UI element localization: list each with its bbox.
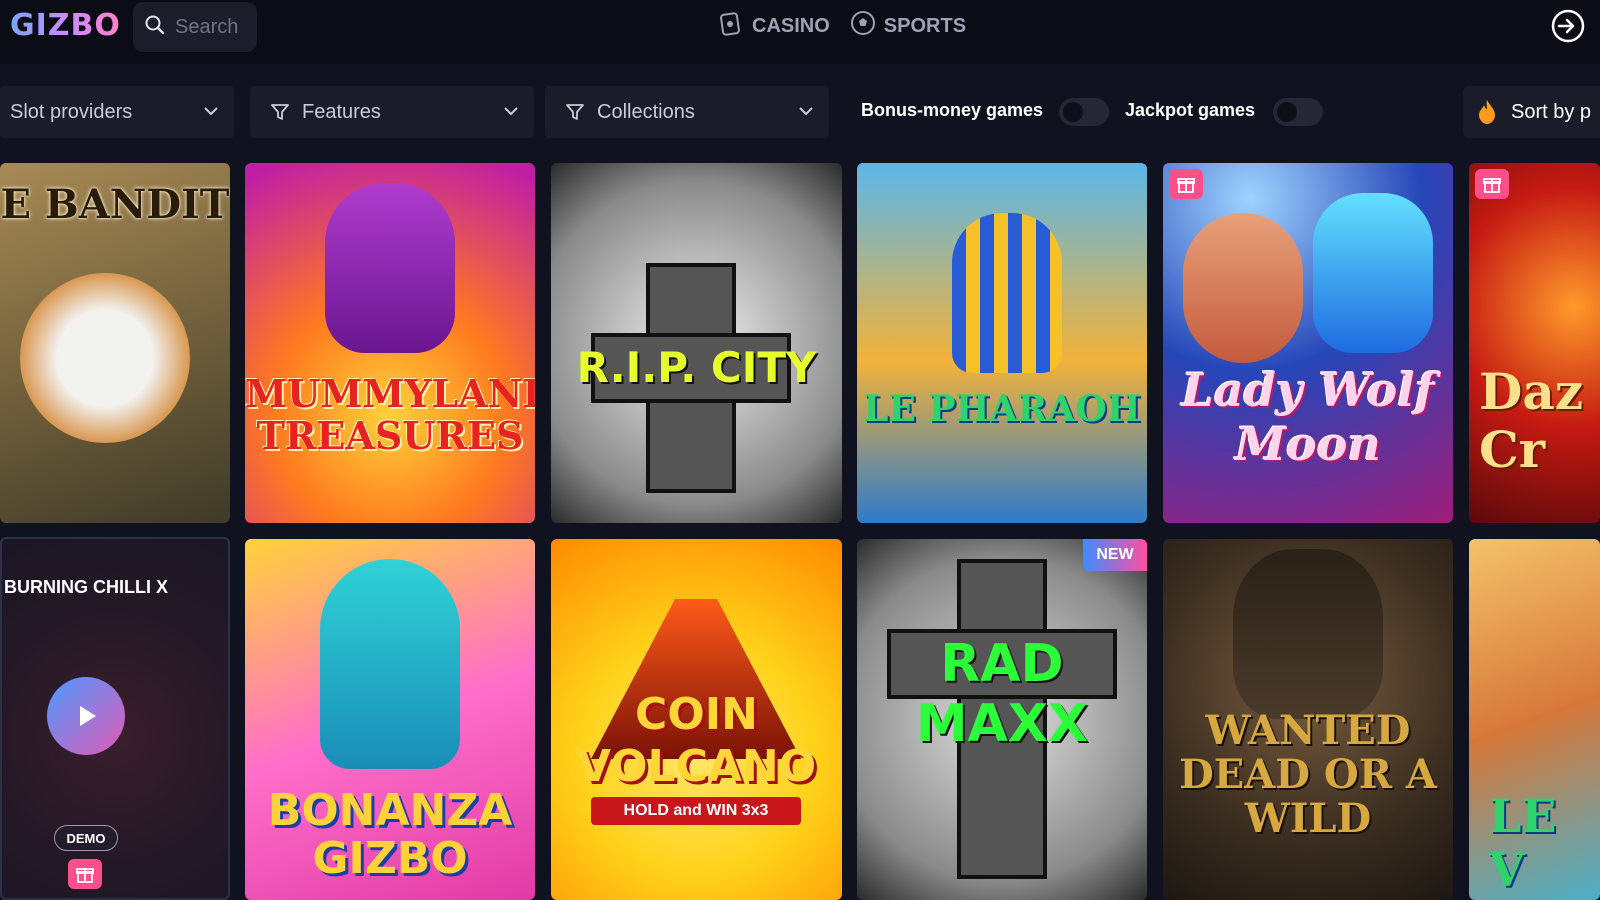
casino-icon <box>720 10 744 42</box>
nav-sports[interactable]: SPORTS <box>850 8 966 44</box>
demo-button[interactable]: DEMO <box>54 825 118 851</box>
features-dropdown[interactable]: Features <box>250 86 534 138</box>
features-label: Features <box>302 100 381 123</box>
game-art <box>1233 549 1383 719</box>
collections-label: Collections <box>597 100 695 123</box>
bonus-gift-badge <box>68 859 102 889</box>
game-tile-e-bandit[interactable]: E BANDIT <box>0 163 230 523</box>
gift-icon <box>1483 178 1501 193</box>
game-title: Daz Cr <box>1479 362 1584 479</box>
nav-casino-label: CASINO <box>752 14 830 37</box>
filter-icon <box>271 104 289 120</box>
slot-providers-label: Slot providers <box>10 100 133 123</box>
game-title: RAD MAXX <box>915 634 1089 754</box>
game-tile-burning-chilli-x[interactable]: BURNING CHILLI X DEMO <box>0 537 230 900</box>
game-tile-rad-maxx[interactable]: RAD MAXX NEW <box>857 539 1147 900</box>
game-art <box>1183 213 1303 363</box>
filter-icon <box>566 104 584 120</box>
game-title: E BANDIT <box>0 181 230 228</box>
gizbo-logo[interactable]: GIZBO <box>10 8 121 43</box>
flame-icon <box>1479 100 1495 124</box>
chevron-down-icon <box>504 107 518 116</box>
sort-label: Sort by p <box>1511 100 1592 123</box>
game-art <box>20 273 190 443</box>
login-button[interactable] <box>1550 8 1586 44</box>
search-input[interactable] <box>175 15 255 39</box>
sort-dropdown[interactable]: Sort by p <box>1463 86 1600 138</box>
game-tile-coin-volcano[interactable]: COIN VOLCANO HOLD and WIN 3x3 <box>551 539 842 900</box>
bonus-money-games-label: Bonus-money games <box>861 100 1044 120</box>
game-tile-bonanza-gizbo[interactable]: BONANZA GIZBO <box>245 539 535 900</box>
game-tile-daz-cr[interactable]: Daz Cr <box>1469 163 1600 523</box>
chevron-down-icon <box>799 107 813 116</box>
play-icon <box>80 706 96 726</box>
game-title: LE PHARAOH <box>863 388 1141 430</box>
game-tile-mummyland-treasures[interactable]: MUMMYLAND TREASURES <box>245 163 535 523</box>
game-title: BURNING CHILLI X <box>4 577 168 597</box>
jackpot-games-toggle[interactable] <box>1273 98 1323 126</box>
soccer-ball-icon <box>850 10 876 42</box>
jackpot-games-label: Jackpot games <box>1125 100 1256 120</box>
game-title: Lady Wolf Moon <box>1181 363 1435 471</box>
game-art <box>325 183 455 353</box>
game-subtitle: HOLD and WIN 3x3 <box>591 797 801 825</box>
play-button[interactable] <box>47 677 125 755</box>
game-art <box>320 559 460 769</box>
game-tile-le-pharaoh[interactable]: LE PHARAOH <box>857 163 1147 523</box>
game-title: R.I.P. CITY <box>576 343 817 392</box>
game-art <box>952 213 1062 373</box>
game-tile-lady-wolf-moon[interactable]: Lady Wolf Moon <box>1163 163 1453 523</box>
game-tile-wanted-dead-or-a-wild[interactable]: WANTED DEAD OR A WILD <box>1163 539 1453 900</box>
game-title: LE V <box>1489 789 1557 897</box>
nav-casino[interactable]: CASINO <box>720 8 830 44</box>
game-title: BONANZA GIZBO <box>267 785 513 884</box>
game-tile-rip-city[interactable]: R.I.P. CITY <box>551 163 842 523</box>
search-icon <box>145 15 165 40</box>
game-title: MUMMYLAND TREASURES <box>245 371 535 458</box>
login-icon <box>1551 9 1585 43</box>
toggle-knob <box>1277 102 1297 122</box>
toggle-knob <box>1063 102 1083 122</box>
game-tile-le-v[interactable]: LE V <box>1469 539 1600 900</box>
bonus-gift-badge <box>1475 169 1509 199</box>
game-title: COIN VOLCANO <box>576 689 817 792</box>
gift-icon <box>76 868 94 883</box>
bonus-money-games-toggle[interactable] <box>1059 98 1109 126</box>
top-header: GIZBO CASINO SPORTS <box>0 0 1600 64</box>
collections-dropdown[interactable]: Collections <box>545 86 829 138</box>
gift-icon <box>1177 178 1195 193</box>
search-box[interactable] <box>133 2 257 52</box>
filter-bar: Slot providers Features Collections Bonu… <box>0 86 1600 138</box>
game-title: WANTED DEAD OR A WILD <box>1179 707 1437 842</box>
slot-providers-dropdown[interactable]: Slot providers <box>0 86 234 138</box>
game-art <box>1313 193 1433 353</box>
main-nav: CASINO SPORTS <box>720 8 966 44</box>
nav-sports-label: SPORTS <box>883 14 967 37</box>
casino-lobby: GIZBO CASINO SPORTS <box>0 0 1600 900</box>
new-badge: NEW <box>1083 539 1147 571</box>
bonus-gift-badge <box>1169 169 1203 199</box>
chevron-down-icon <box>204 107 218 116</box>
